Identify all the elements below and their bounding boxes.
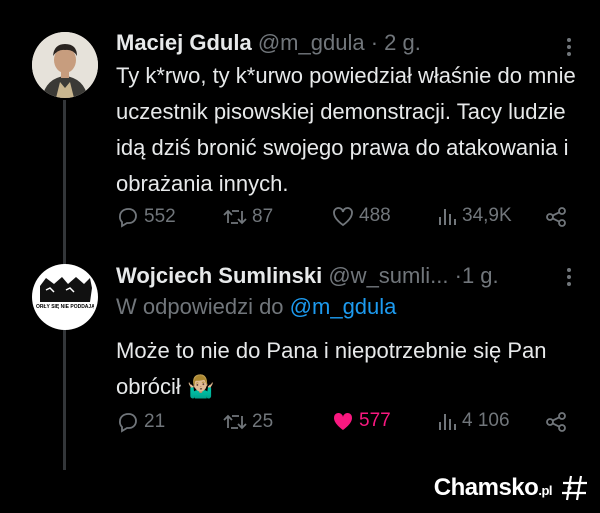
views-icon xyxy=(439,209,456,225)
tweet-header: Maciej Gdula @m_gdula · 2 g. xyxy=(116,30,421,56)
avatar[interactable] xyxy=(32,32,98,98)
reply-icon xyxy=(119,413,137,433)
views-count: 34,9K xyxy=(462,205,512,226)
views-icon xyxy=(439,414,456,430)
avatar[interactable]: ORŁY SIĘ NIE PODDAJĄ xyxy=(32,264,98,330)
retweet-button[interactable]: 87 xyxy=(222,205,273,229)
retweet-icon xyxy=(223,209,247,225)
share-button[interactable] xyxy=(544,410,568,434)
like-count: 488 xyxy=(359,205,391,226)
retweet-count: 25 xyxy=(252,411,274,432)
author-handle[interactable]: @w_sumli... xyxy=(328,263,448,288)
author-handle[interactable]: @m_gdula xyxy=(258,30,365,55)
tweet-actions: 21 25 577 4 106 xyxy=(116,410,586,440)
reply-context: W odpowiedzi do @m_gdula xyxy=(116,294,396,320)
retweet-icon xyxy=(223,414,247,430)
views-button[interactable]: 4 106 xyxy=(436,410,510,432)
share-icon xyxy=(546,207,566,227)
retweet-count: 87 xyxy=(252,206,274,227)
like-count: 577 xyxy=(359,410,391,431)
hashtag-logo-icon xyxy=(562,475,587,501)
separator-dot: · xyxy=(370,30,379,55)
share-button[interactable] xyxy=(544,205,568,229)
more-icon[interactable] xyxy=(566,38,572,59)
tweet-header: Wojciech Sumlinski @w_sumli... ·1 g. xyxy=(116,263,499,289)
like-icon xyxy=(333,412,353,430)
like-button[interactable]: 488 xyxy=(331,205,391,227)
watermark-text: Chamsko.pl xyxy=(433,474,553,501)
separator-dot: · xyxy=(454,263,462,288)
author-name[interactable]: Wojciech Sumlinski xyxy=(116,263,322,288)
share-icon xyxy=(546,412,566,432)
watermark-logo: Chamsko.pl xyxy=(434,470,590,506)
more-icon[interactable] xyxy=(566,268,572,289)
reply-button[interactable]: 552 xyxy=(116,205,176,229)
tweet-text: Ty k*rwo, ty k*urwo powiedział właśnie d… xyxy=(116,63,576,196)
author-name[interactable]: Maciej Gdula xyxy=(116,30,252,55)
views-count: 4 106 xyxy=(462,410,510,431)
avatar-caption: ORŁY SIĘ NIE PODDAJĄ xyxy=(36,304,94,310)
tweet-text: Może to nie do Pana i niepotrzebnie się … xyxy=(116,333,586,405)
reply-count: 552 xyxy=(144,206,176,227)
shrug-emoji: 🤷🏼‍♂️ xyxy=(186,374,215,399)
retweet-button[interactable]: 25 xyxy=(222,410,273,434)
timestamp[interactable]: 1 g. xyxy=(462,263,499,288)
like-icon xyxy=(333,207,353,227)
reply-button[interactable]: 21 xyxy=(116,410,165,434)
timestamp[interactable]: 2 g. xyxy=(384,30,421,55)
like-button[interactable]: 577 xyxy=(331,410,391,432)
tweet-text-content: Może to nie do Pana i niepotrzebnie się … xyxy=(116,338,547,399)
reply-mention-link[interactable]: @m_gdula xyxy=(290,294,397,319)
tweet-maciej-gdula[interactable]: Maciej Gdula @m_gdula · 2 g. Ty k*rwo, t… xyxy=(0,0,600,250)
reply-prefix: W odpowiedzi do xyxy=(116,294,284,319)
reply-icon xyxy=(119,208,137,228)
views-button[interactable]: 34,9K xyxy=(436,205,512,227)
reply-count: 21 xyxy=(144,411,166,432)
tweet-actions: 552 87 488 34,9K xyxy=(116,205,586,235)
